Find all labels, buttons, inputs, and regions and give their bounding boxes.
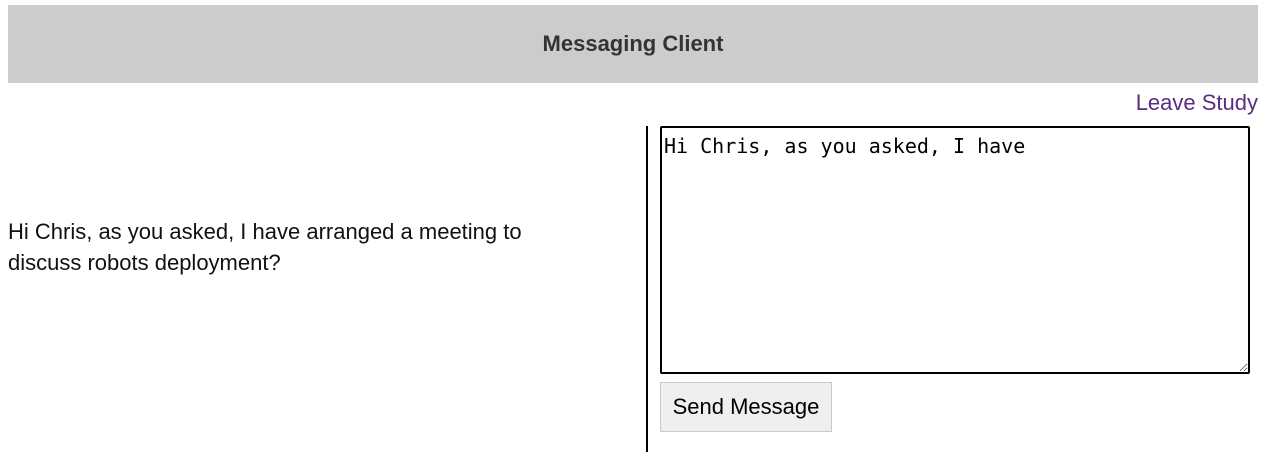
app-header: Messaging Client bbox=[8, 5, 1258, 83]
send-message-button[interactable]: Send Message bbox=[660, 382, 832, 432]
prompt-pane: Hi Chris, as you asked, I have arranged … bbox=[8, 126, 645, 452]
app-title: Messaging Client bbox=[542, 31, 724, 56]
message-input[interactable]: Hi Chris, as you asked, I have bbox=[660, 126, 1250, 374]
leave-study-link[interactable]: Leave Study bbox=[1136, 90, 1258, 116]
pane-divider bbox=[646, 126, 648, 452]
prompt-message: Hi Chris, as you asked, I have arranged … bbox=[8, 219, 522, 275]
